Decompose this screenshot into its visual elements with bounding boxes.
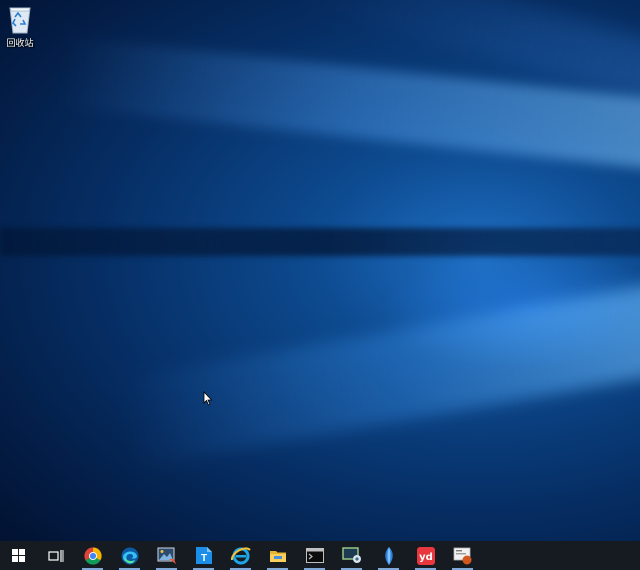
windows-start-icon <box>12 549 25 562</box>
taskbar-app-screenshot-editor[interactable] <box>148 541 185 570</box>
feather-icon <box>384 546 393 565</box>
taskbar-app-file-explorer[interactable] <box>259 541 296 570</box>
task-view-icon <box>47 549 63 562</box>
taskbar-app-feather[interactable] <box>370 541 407 570</box>
typora-icon: T <box>195 547 212 564</box>
desktop: 回收站 T yd <box>0 0 640 570</box>
screen-recorder-icon <box>453 547 471 564</box>
edge-icon <box>121 547 138 564</box>
taskbar-app-typora[interactable]: T <box>185 541 222 570</box>
terminal-icon <box>305 548 324 563</box>
taskbar-app-internet-explorer[interactable] <box>222 541 259 570</box>
taskbar: T yd <box>0 541 640 570</box>
wallpaper-light-beam <box>299 0 640 111</box>
remote-desktop-icon <box>341 547 361 563</box>
taskbar-app-youdao[interactable]: yd <box>407 541 444 570</box>
taskbar-app-remote[interactable] <box>333 541 370 570</box>
mouse-cursor-icon <box>203 391 213 406</box>
taskbar-app-edge[interactable] <box>111 541 148 570</box>
wallpaper-light-beam <box>58 36 640 174</box>
task-view-button[interactable] <box>37 541 74 570</box>
start-button[interactable] <box>0 541 37 570</box>
file-explorer-icon <box>269 550 286 562</box>
chrome-icon <box>83 546 102 565</box>
internet-explorer-icon <box>230 546 251 564</box>
taskbar-app-chrome[interactable] <box>74 541 111 570</box>
taskbar-app-terminal[interactable] <box>296 541 333 570</box>
youdao-dictionary-icon: yd <box>416 546 435 565</box>
desktop-icon-recycle-bin[interactable]: 回收站 <box>2 2 38 49</box>
desktop-icon-label: 回收站 <box>6 39 34 49</box>
typora-letter: T <box>200 553 206 564</box>
wallpaper-glow <box>380 250 640 370</box>
image-editor-icon <box>157 547 176 564</box>
recycle-bin-icon <box>9 7 31 34</box>
youdao-letters: yd <box>419 552 433 563</box>
taskbar-app-recorder[interactable] <box>444 541 481 570</box>
